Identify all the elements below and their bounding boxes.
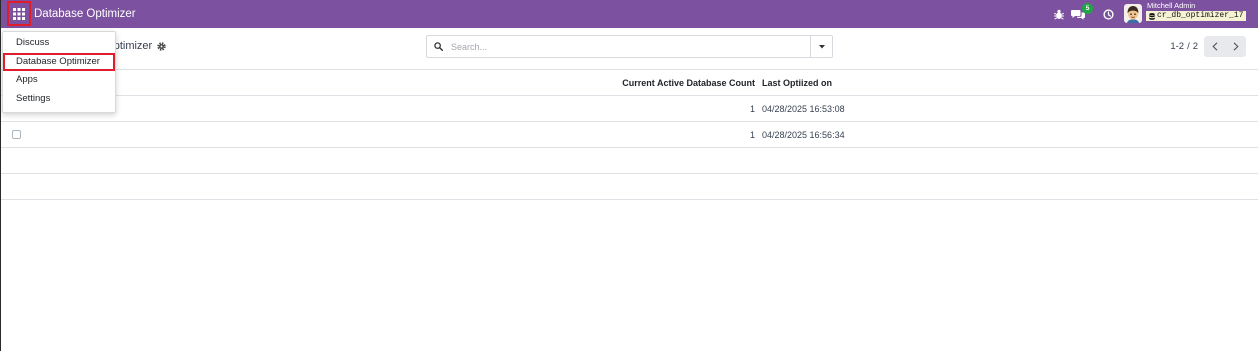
- apps-dropdown-menu: Discuss Database Optimizer Apps Settings: [2, 31, 116, 113]
- empty-filler-row: [0, 174, 1258, 200]
- chevron-right-icon: [1233, 42, 1239, 51]
- apps-menu-item-apps[interactable]: Apps: [3, 71, 115, 90]
- pager-limit: 2: [1192, 41, 1198, 52]
- user-avatar[interactable]: [1124, 4, 1142, 23]
- apps-menu-button[interactable]: [7, 1, 31, 26]
- row-checkbox[interactable]: [12, 130, 21, 139]
- row-count-cell: 1: [749, 103, 755, 114]
- debug-button[interactable]: [1054, 9, 1064, 20]
- clock-icon: [1103, 9, 1114, 20]
- avatar-image: [1124, 4, 1142, 23]
- search-options-toggle[interactable]: [810, 36, 832, 57]
- pager-separator: /: [1187, 41, 1190, 52]
- database-icon: [1149, 12, 1155, 20]
- apps-menu-item-settings[interactable]: Settings: [3, 90, 115, 109]
- pager-buttons: [1204, 36, 1246, 57]
- gear-icon: [157, 41, 166, 51]
- database-name: cr_db_optimizer_17: [1157, 11, 1244, 20]
- list-view: Current Active Database Count Last Optii…: [0, 69, 1258, 200]
- row-last-optimized-cell: 04/28/2025 16:56:34: [762, 129, 845, 140]
- search-input[interactable]: [449, 37, 810, 56]
- search-bar: [426, 35, 833, 58]
- breadcrumb-actions-button[interactable]: [157, 41, 166, 51]
- app-title[interactable]: Database Optimizer: [34, 0, 136, 28]
- row-count-cell: 1: [749, 129, 755, 140]
- bug-icon: [1054, 9, 1064, 20]
- activity-button[interactable]: [1103, 9, 1114, 20]
- pager-previous-button[interactable]: [1204, 36, 1225, 57]
- navbar: Database Optimizer 5 Mitchell Admin cr_d…: [0, 0, 1258, 28]
- empty-filler-row: [0, 148, 1258, 174]
- list-header-row: Current Active Database Count Last Optii…: [0, 70, 1258, 96]
- table-row[interactable]: 1 04/28/2025 16:56:34: [0, 122, 1258, 148]
- apps-grid-icon: [13, 7, 25, 20]
- user-name[interactable]: Mitchell Admin: [1147, 1, 1195, 10]
- row-last-optimized-cell: 04/28/2025 16:53:08: [762, 103, 845, 114]
- caret-down-icon: [818, 44, 825, 48]
- window-left-edge: [0, 0, 1, 351]
- apps-menu-item-database-optimizer[interactable]: Database Optimizer: [3, 52, 115, 71]
- search-icon: [427, 42, 449, 51]
- table-row[interactable]: 1 04/28/2025 16:53:08: [0, 96, 1258, 122]
- chevron-left-icon: [1211, 42, 1217, 51]
- apps-menu-item-discuss[interactable]: Discuss: [3, 34, 115, 53]
- header-last-optimized-column[interactable]: Last Optiized on: [757, 78, 1258, 88]
- database-label: cr_db_optimizer_17: [1146, 11, 1247, 21]
- header-count-column[interactable]: Current Active Database Count: [614, 78, 757, 88]
- chat-counter-badge: 5: [1082, 3, 1093, 14]
- pager-next-button[interactable]: [1225, 36, 1246, 57]
- pager-value[interactable]: 1-2/2: [1140, 36, 1198, 57]
- pager-range[interactable]: 1-2: [1170, 41, 1184, 52]
